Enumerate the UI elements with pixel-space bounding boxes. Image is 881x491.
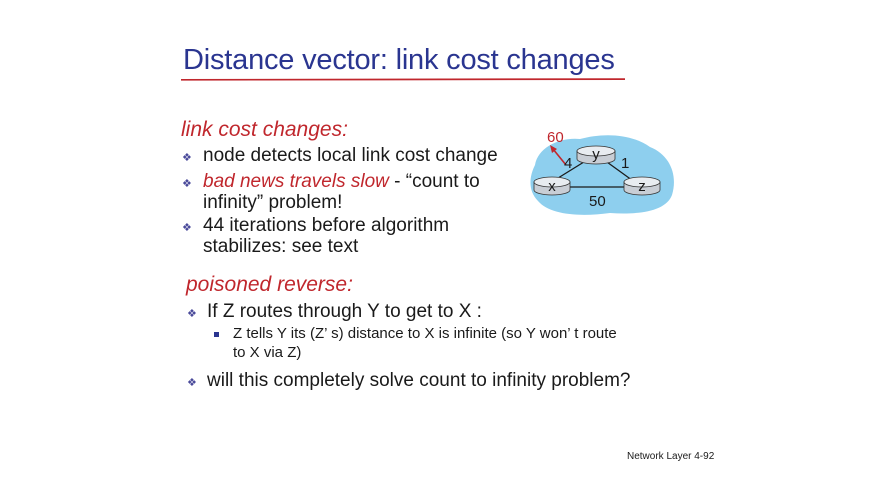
router-y-icon: y <box>576 145 616 165</box>
bullet-text: bad news travels slow - “count to <box>203 171 480 193</box>
bullet-text: 44 iterations before algorithm <box>203 215 450 236</box>
router-z-label: z <box>638 178 646 195</box>
page-title: Distance vector: link cost changes <box>183 44 615 76</box>
cost-label-xz: 50 <box>589 193 606 210</box>
bullet-text: will this completely solve count to infi… <box>207 370 631 391</box>
bullet-text: If Z routes through Y to get to X : <box>207 301 482 322</box>
router-x-icon: x <box>533 176 571 196</box>
cost-label-xy: 4 <box>564 155 572 172</box>
network-diagram: y x z 60 4 1 50 <box>530 129 674 215</box>
router-y-label: y <box>592 146 600 163</box>
sub-bullet-text: Z tells Y its (Z’ s) distance to X is in… <box>233 325 617 342</box>
diamond-bullet-icon: ❖ <box>182 152 192 164</box>
bullet-text-rest: - “count to <box>388 171 480 192</box>
diamond-bullet-icon: ❖ <box>187 308 197 320</box>
diamond-bullet-icon: ❖ <box>182 178 192 190</box>
bullet-text: node detects local link cost change <box>203 145 498 166</box>
router-x-label: x <box>548 178 556 195</box>
section-heading-poisoned-reverse: poisoned reverse: <box>186 273 353 296</box>
footer-page-label: Network Layer 4-92 <box>627 451 715 462</box>
bullet-text-continued: stabilizes: see text <box>203 236 359 257</box>
section-heading-link-cost-changes: link cost changes: <box>181 118 348 141</box>
cost-label-yz: 1 <box>621 155 629 172</box>
sub-bullet-text-continued: to X via Z) <box>233 344 302 361</box>
bullet-text-continued: infinity” problem! <box>203 192 343 213</box>
diamond-bullet-icon: ❖ <box>187 377 197 389</box>
square-bullet-icon <box>214 332 219 337</box>
emphasis-text: bad news travels slow <box>203 171 389 192</box>
diamond-bullet-icon: ❖ <box>182 222 192 234</box>
cost-label-new-xy: 60 <box>547 129 564 146</box>
title-underline <box>181 78 625 81</box>
router-z-icon: z <box>623 176 661 196</box>
